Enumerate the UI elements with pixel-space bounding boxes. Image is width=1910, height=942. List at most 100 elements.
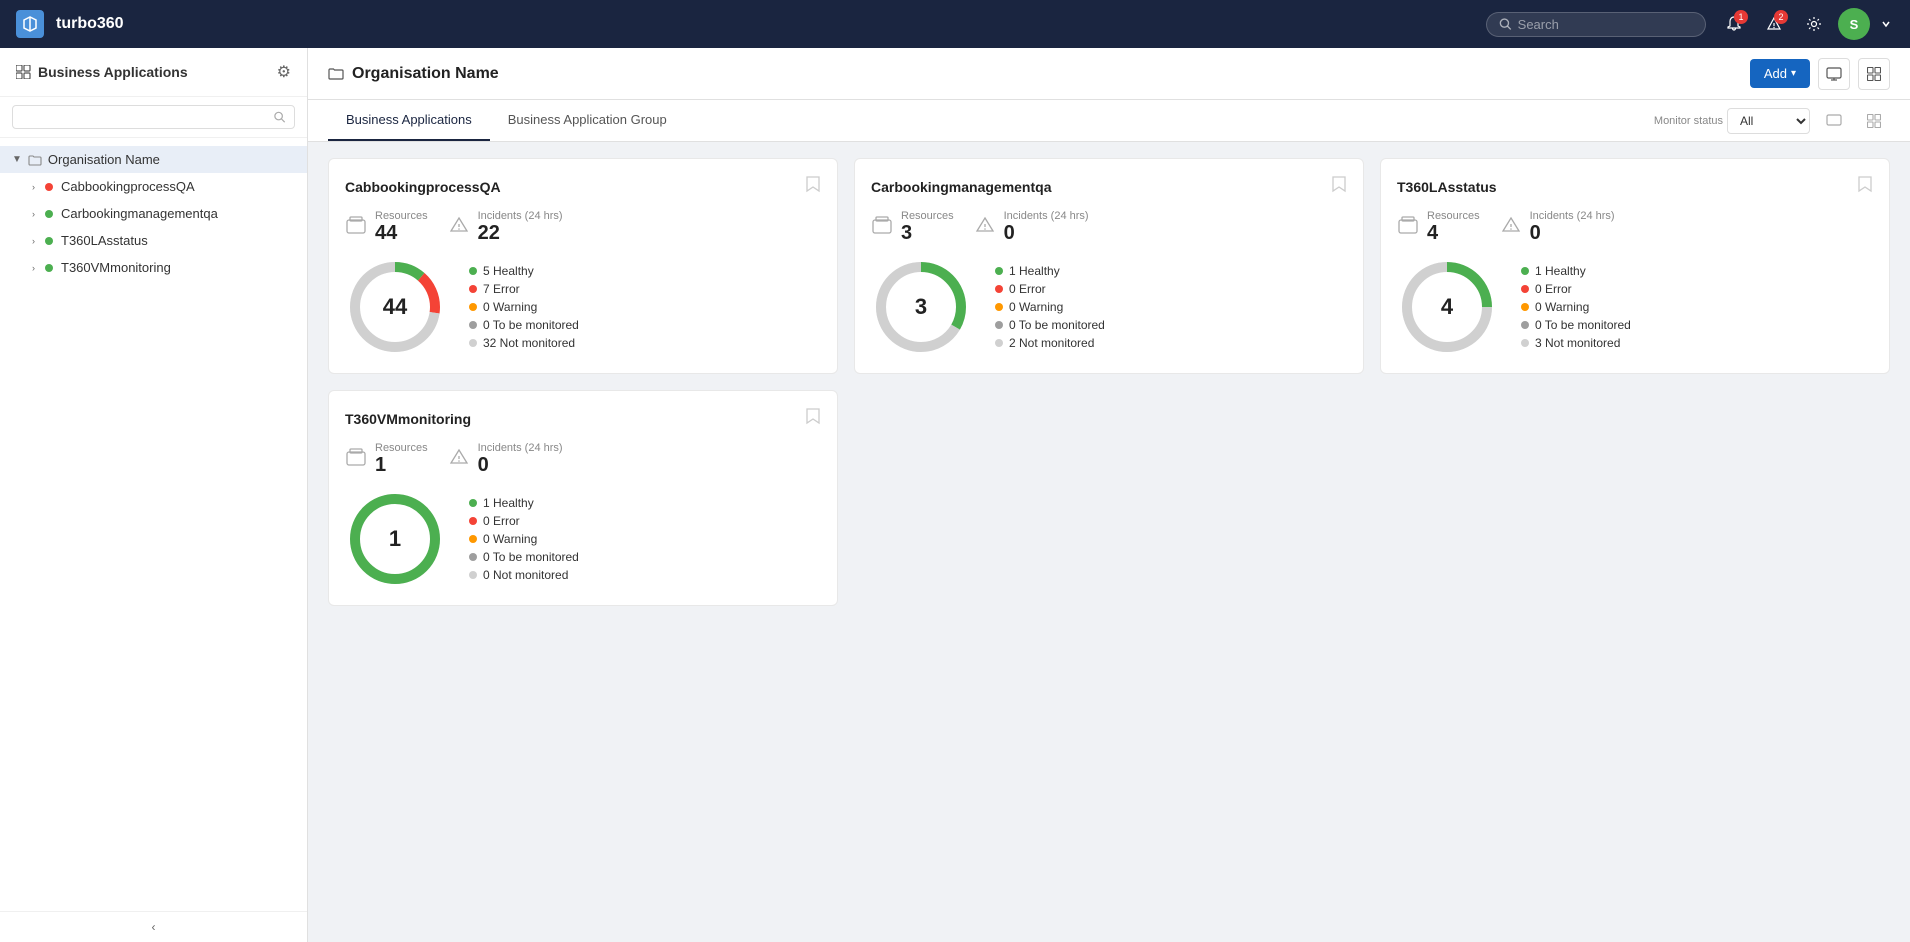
sidebar-item-cabbookingprocessqa[interactable]: › CabbookingprocessQA [0, 173, 307, 200]
org-chevron-icon: ▼ [12, 154, 22, 165]
legend-dot-0 [995, 267, 1003, 275]
legend-dot-1 [469, 517, 477, 525]
legend-label-0: 1 Healthy [1009, 264, 1060, 278]
sidebar-item-carbookingmanagementqa[interactable]: › Carbookingmanagementqa [0, 200, 307, 227]
notifications-button[interactable]: 1 [1718, 8, 1750, 40]
legend-label-1: 0 Error [1535, 282, 1572, 296]
status-dot-4 [45, 264, 53, 272]
donut-center-value: 4 [1441, 294, 1453, 320]
legend-dot-1 [469, 285, 477, 293]
card-metrics: Resources 4 Incidents (24 hrs) 0 [1397, 210, 1873, 245]
settings-button[interactable] [1798, 8, 1830, 40]
card-header: Carbookingmanagementqa [871, 175, 1347, 198]
sidebar-collapse-button[interactable]: ‹ [0, 911, 307, 942]
donut-center-value: 3 [915, 294, 927, 320]
incidents-icon [448, 446, 470, 473]
resources-info: Resources 3 [901, 210, 954, 245]
app-logo[interactable] [16, 10, 44, 38]
legend-item-1: 0 Error [1521, 282, 1631, 296]
sidebar-settings-icon[interactable]: ⚙ [277, 62, 291, 82]
legend-item-2: 0 Warning [1521, 300, 1631, 314]
legend-item-3: 0 To be monitored [995, 318, 1105, 332]
add-button[interactable]: Add ▾ [1750, 59, 1810, 88]
tabs-monitor-icon[interactable] [1818, 105, 1850, 137]
legend-label-2: 0 Warning [1535, 300, 1589, 314]
legend-label-1: 0 Error [483, 514, 520, 528]
sidebar-item-t360vmmonitoring[interactable]: › T360VMmonitoring [0, 254, 307, 281]
card-body: 44 5 Healthy 7 Error 0 Warning 0 To be m… [345, 257, 821, 357]
incidents-icon [448, 214, 470, 241]
sidebar-search-input[interactable] [21, 110, 269, 124]
user-menu-chevron[interactable] [1878, 8, 1894, 40]
legend-item-0: 1 Healthy [469, 496, 579, 510]
legend-item-3: 0 To be monitored [469, 318, 579, 332]
main-header-right: Add ▾ [1750, 58, 1890, 90]
legend-label-4: 0 Not monitored [483, 568, 568, 582]
folder-icon [28, 154, 42, 166]
card-title: CabbookingprocessQA [345, 179, 501, 195]
view-monitor-button[interactable] [1818, 58, 1850, 90]
bookmark-icon[interactable] [1857, 175, 1873, 198]
search-input[interactable] [1518, 17, 1693, 32]
tabs-bar: Business Applications Business Applicati… [308, 100, 1910, 142]
legend-dot-3 [469, 553, 477, 561]
grid-view-button[interactable] [1858, 58, 1890, 90]
bookmark-icon[interactable] [1331, 175, 1347, 198]
incidents-info: Incidents (24 hrs) 0 [1530, 210, 1615, 245]
monitor-status-select[interactable]: All Healthy Warning Error [1727, 108, 1810, 134]
legend-dot-4 [469, 571, 477, 579]
card-metrics: Resources 1 Incidents (24 hrs) 0 [345, 442, 821, 477]
search-bar[interactable] [1486, 12, 1706, 37]
legend: 1 Healthy 0 Error 0 Warning 0 To be moni… [995, 264, 1105, 350]
tabs-grid-icon[interactable] [1858, 105, 1890, 137]
legend-label-0: 1 Healthy [483, 496, 534, 510]
legend-label-0: 5 Healthy [483, 264, 534, 278]
legend-label-3: 0 To be monitored [1009, 318, 1105, 332]
legend-item-1: 0 Error [469, 514, 579, 528]
alerts-button[interactable]: 2 [1758, 8, 1790, 40]
card-header: T360LAsstatus [1397, 175, 1873, 198]
bookmark-icon[interactable] [805, 175, 821, 198]
legend-label-4: 2 Not monitored [1009, 336, 1094, 350]
sidebar-org-item[interactable]: ▼ Organisation Name [0, 146, 307, 173]
tab-business-application-group[interactable]: Business Application Group [490, 100, 685, 141]
donut-chart: 4 [1397, 257, 1497, 357]
legend-label-3: 0 To be monitored [483, 550, 579, 564]
card-metrics: Resources 44 Incidents (24 hrs) 22 [345, 210, 821, 245]
donut-chart: 1 [345, 489, 445, 589]
legend-dot-3 [995, 321, 1003, 329]
main-header: Organisation Name Add ▾ [308, 48, 1910, 100]
resources-value: 1 [375, 454, 428, 477]
sidebar-tree: ▼ Organisation Name › CabbookingprocessQ… [0, 138, 307, 911]
card-t360vmmonitoring: T360VMmonitoring Resources 1 [328, 390, 838, 606]
resources-metric: Resources 44 [345, 210, 428, 245]
legend-dot-4 [995, 339, 1003, 347]
add-chevron-icon: ▾ [1791, 68, 1796, 79]
sidebar-label-t360vmmonitoring: T360VMmonitoring [61, 260, 171, 275]
card-t360lasstatus: T360LAsstatus Resources 4 [1380, 158, 1890, 374]
incidents-value: 0 [478, 454, 563, 477]
incidents-value: 0 [1004, 222, 1089, 245]
incidents-value: 0 [1530, 222, 1615, 245]
legend-label-1: 7 Error [483, 282, 520, 296]
tab-business-applications[interactable]: Business Applications [328, 100, 490, 141]
app-name: turbo360 [56, 15, 124, 33]
sidebar-title-group: Business Applications [16, 64, 188, 80]
legend-item-2: 0 Warning [469, 300, 579, 314]
resources-info: Resources 44 [375, 210, 428, 245]
card-title: Carbookingmanagementqa [871, 179, 1051, 195]
bookmark-icon[interactable] [805, 407, 821, 430]
legend-label-2: 0 Warning [483, 300, 537, 314]
resources-label: Resources [901, 210, 954, 222]
donut-chart: 44 [345, 257, 445, 357]
sidebar-label-carbookingmanagementqa: Carbookingmanagementqa [61, 206, 218, 221]
incidents-metric: Incidents (24 hrs) 0 [448, 442, 563, 477]
org-name-label: Organisation Name [48, 152, 160, 167]
sidebar-header: Business Applications ⚙ [0, 48, 307, 97]
resources-icon [871, 214, 893, 241]
sidebar-item-t360lasstatus[interactable]: › T360LAsstatus [0, 227, 307, 254]
legend-dot-4 [1521, 339, 1529, 347]
user-avatar[interactable]: S [1838, 8, 1870, 40]
alerts-badge: 2 [1774, 10, 1788, 24]
resources-value: 4 [1427, 222, 1480, 245]
